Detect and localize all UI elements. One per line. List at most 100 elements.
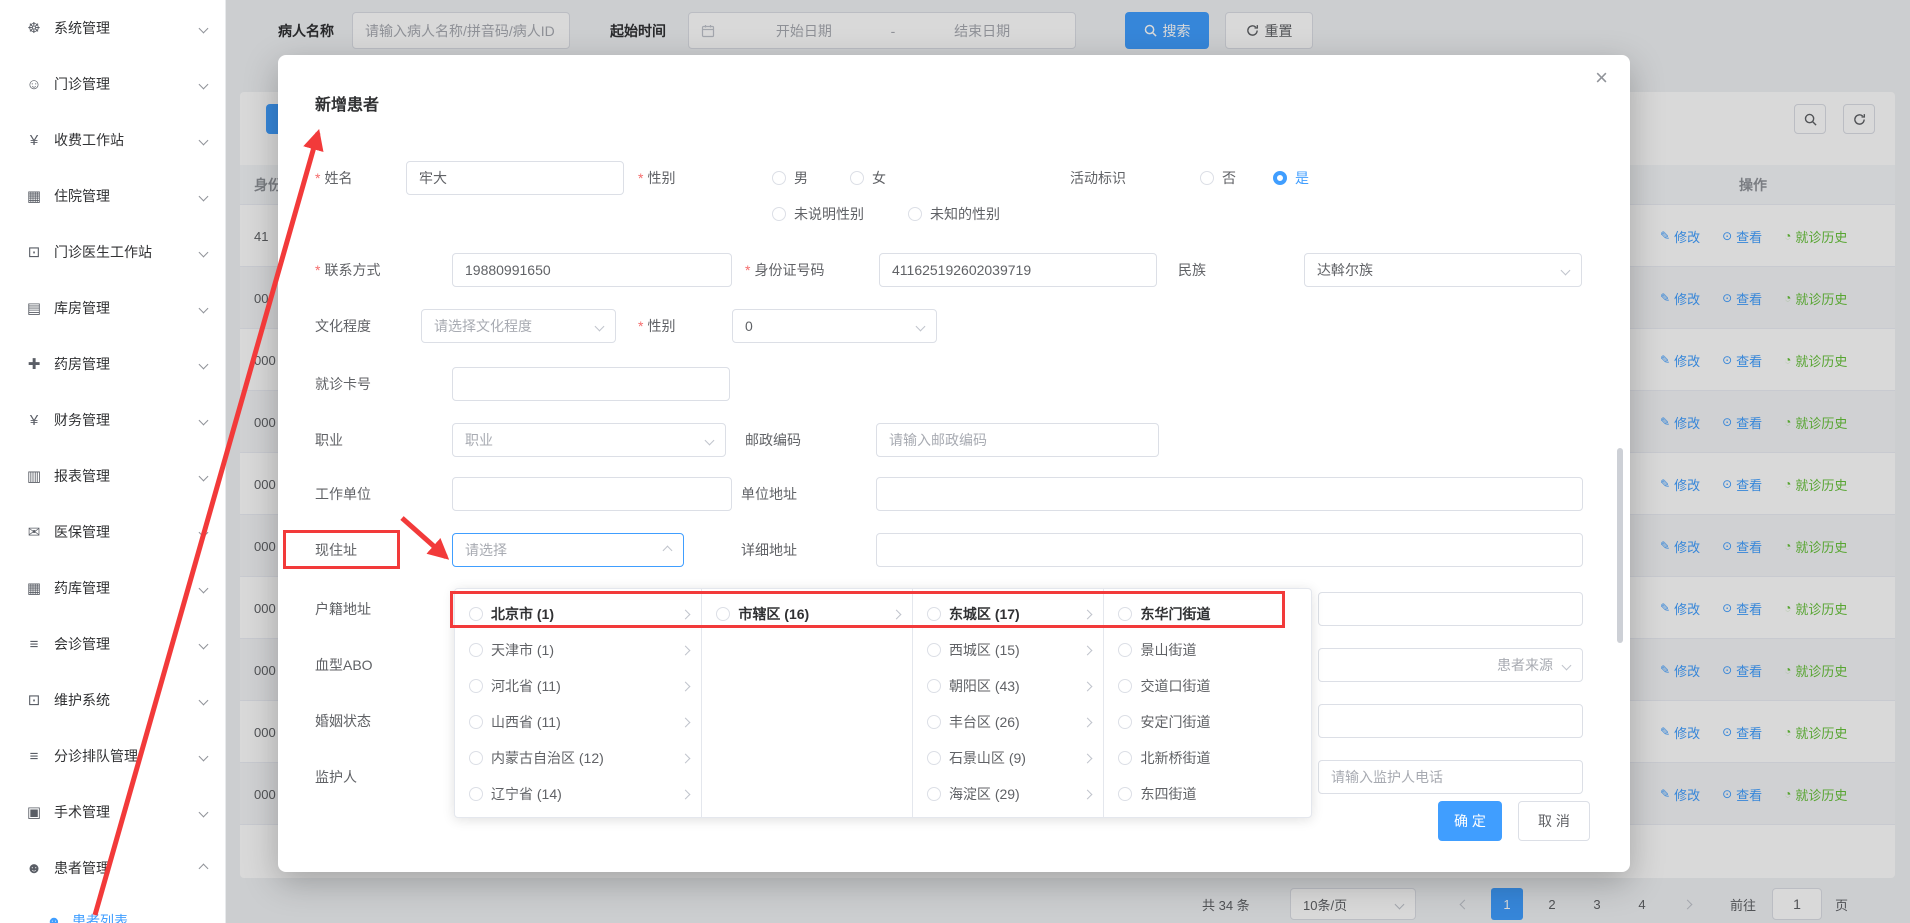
work-unit-input[interactable] xyxy=(465,486,719,502)
sidebar-item-label: 财务管理 xyxy=(54,410,200,430)
radio-circle-icon xyxy=(927,751,941,765)
postal-field-wrap xyxy=(876,423,1159,457)
chevron-down-icon xyxy=(199,191,209,201)
id-number-input[interactable] xyxy=(892,262,1144,278)
name-input[interactable] xyxy=(419,170,611,186)
sidebar-item-label: 维护系统 xyxy=(54,690,200,710)
ethnicity-select[interactable]: 达斡尔族 xyxy=(1304,253,1582,287)
radio-male[interactable]: 男 xyxy=(772,161,808,195)
name-field-wrap xyxy=(406,161,624,195)
chevron-right-icon xyxy=(1083,609,1093,619)
sidebar-item-patient-management[interactable]: ☻ 患者管理 xyxy=(0,840,225,896)
sidebar-item-pharmacy[interactable]: ✚ 药房管理 xyxy=(0,336,225,392)
sidebar-item-warehouse[interactable]: ▤ 库房管理 xyxy=(0,280,225,336)
chevron-down-icon xyxy=(199,135,209,145)
chevron-down-icon xyxy=(199,751,209,761)
radio-circle-icon xyxy=(469,607,483,621)
postal-input[interactable] xyxy=(889,432,1146,448)
contact-input[interactable] xyxy=(465,262,719,278)
cascader-option-shijingshan[interactable]: 石景山区 (9) xyxy=(913,740,1104,776)
sidebar-item-outpatient[interactable]: ☺ 门诊管理 xyxy=(0,56,225,112)
cascader-option-hebei[interactable]: 河北省 (11) xyxy=(455,668,701,704)
cancel-button[interactable]: 取 消 xyxy=(1518,801,1590,841)
sidebar-item-label: 收费工作站 xyxy=(54,130,200,150)
detail-address-input[interactable] xyxy=(889,542,1570,558)
sidebar-item-drug-storage[interactable]: ▦ 药库管理 xyxy=(0,560,225,616)
occupation-label: 职业 xyxy=(315,423,343,457)
patient-source-placeholder: 患者来源 xyxy=(1497,655,1553,675)
current-address-cascader-trigger[interactable]: 请选择 xyxy=(452,533,684,567)
sidebar-item-finance[interactable]: ¥ 财务管理 xyxy=(0,392,225,448)
chevron-right-icon xyxy=(1083,753,1093,763)
cascader-option-jiaodaokou[interactable]: 交道口街道 xyxy=(1104,668,1311,704)
sidebar-item-charging-station[interactable]: ¥ 收费工作站 xyxy=(0,112,225,168)
sidebar-item-insurance[interactable]: ✉ 医保管理 xyxy=(0,504,225,560)
sidebar-item-triage-queue[interactable]: ≡ 分诊排队管理 xyxy=(0,728,225,784)
cascader-option-neimenggu[interactable]: 内蒙古自治区 (12) xyxy=(455,740,701,776)
confirm-button[interactable]: 确 定 xyxy=(1438,801,1502,841)
cascader-option-dongcheng[interactable]: 东城区 (17) xyxy=(913,596,1104,632)
chevron-right-icon xyxy=(681,645,691,655)
sidebar-item-system[interactable]: ☸ 系统管理 xyxy=(0,0,225,56)
cascader-option-beijing[interactable]: 北京市 (1) xyxy=(455,596,701,632)
current-address-placeholder: 请选择 xyxy=(465,540,507,560)
radio-circle-icon xyxy=(716,607,730,621)
radio-gender-unknown[interactable]: 未知的性别 xyxy=(908,197,1000,231)
guardian-phone-input[interactable] xyxy=(1331,769,1570,785)
sidebar-item-maintenance[interactable]: ⊡ 维护系统 xyxy=(0,672,225,728)
ethnicity-value: 达斡尔族 xyxy=(1317,260,1373,280)
unit-address-field-wrap xyxy=(876,477,1583,511)
radio-circle-icon xyxy=(850,171,864,185)
household-address-input[interactable] xyxy=(1331,601,1570,617)
cascader-option-haidian[interactable]: 海淀区 (29) xyxy=(913,776,1104,812)
radio-circle-icon xyxy=(927,607,941,621)
radio-circle-icon xyxy=(772,207,786,221)
card-number-input[interactable] xyxy=(465,376,717,392)
marital-status-input[interactable] xyxy=(1331,713,1570,729)
occupation-select[interactable]: 职业 xyxy=(452,423,726,457)
cascader-option-jingshan[interactable]: 景山街道 xyxy=(1104,632,1311,668)
gender-code-select[interactable]: 0 xyxy=(732,309,937,343)
chevron-right-icon xyxy=(681,717,691,727)
cascader-option-dongsi[interactable]: 东四街道 xyxy=(1104,776,1311,812)
sidebar-item-label: 医保管理 xyxy=(54,522,200,542)
radio-circle-icon xyxy=(927,679,941,693)
household-address-label: 户籍地址 xyxy=(315,592,371,626)
radio-female[interactable]: 女 xyxy=(850,161,886,195)
sidebar-item-label: 报表管理 xyxy=(54,466,200,486)
unit-address-label: 单位地址 xyxy=(741,477,797,511)
radio-gender-unspecified[interactable]: 未说明性别 xyxy=(772,197,864,231)
sidebar-item-patient-list[interactable]: ☻ 患者列表 xyxy=(0,896,225,923)
radio-active-yes[interactable]: 是 xyxy=(1273,161,1309,195)
sidebar-item-surgery[interactable]: ▣ 手术管理 xyxy=(0,784,225,840)
cascader-option-tianjin[interactable]: 天津市 (1) xyxy=(455,632,701,668)
sidebar-item-label: 住院管理 xyxy=(54,186,200,206)
grid-icon: ▦ xyxy=(24,579,44,597)
sidebar-item-consultation[interactable]: ≡ 会诊管理 xyxy=(0,616,225,672)
cascader-option-liaoning[interactable]: 辽宁省 (14) xyxy=(455,776,701,812)
cascader-option-fengtai[interactable]: 丰台区 (26) xyxy=(913,704,1104,740)
sidebar-item-reports[interactable]: ▥ 报表管理 xyxy=(0,448,225,504)
cascader-option-donghuamen[interactable]: 东华门街道 xyxy=(1104,596,1311,632)
monitor-icon: ⊡ xyxy=(24,691,44,709)
education-select[interactable]: 请选择文化程度 xyxy=(421,309,616,343)
sidebar-item-label: 门诊医生工作站 xyxy=(54,242,200,262)
cascader-option-xicheng[interactable]: 西城区 (15) xyxy=(913,632,1104,668)
radio-circle-icon xyxy=(469,751,483,765)
close-icon[interactable]: × xyxy=(1595,67,1608,89)
radio-active-no[interactable]: 否 xyxy=(1200,161,1236,195)
cascader-option-shanxi[interactable]: 山西省 (11) xyxy=(455,704,701,740)
modal-scrollbar[interactable] xyxy=(1617,448,1623,643)
cascader-option-beixinqiao[interactable]: 北新桥街道 xyxy=(1104,740,1311,776)
cascader-option-shixiaqu[interactable]: 市辖区 (16) xyxy=(702,596,912,632)
unit-address-input[interactable] xyxy=(889,486,1570,502)
radio-circle-icon xyxy=(772,171,786,185)
sidebar-item-doctor-station[interactable]: ⊡ 门诊医生工作站 xyxy=(0,224,225,280)
required-star: * xyxy=(638,170,643,186)
cascader-option-chaoyang[interactable]: 朝阳区 (43) xyxy=(913,668,1104,704)
sidebar-item-inpatient[interactable]: ▦ 住院管理 xyxy=(0,168,225,224)
patient-source-select[interactable]: 患者来源 xyxy=(1318,648,1583,682)
radio-circle-icon xyxy=(927,643,941,657)
gender-code-label: *性别 xyxy=(638,309,675,343)
cascader-option-andingmen[interactable]: 安定门街道 xyxy=(1104,704,1311,740)
